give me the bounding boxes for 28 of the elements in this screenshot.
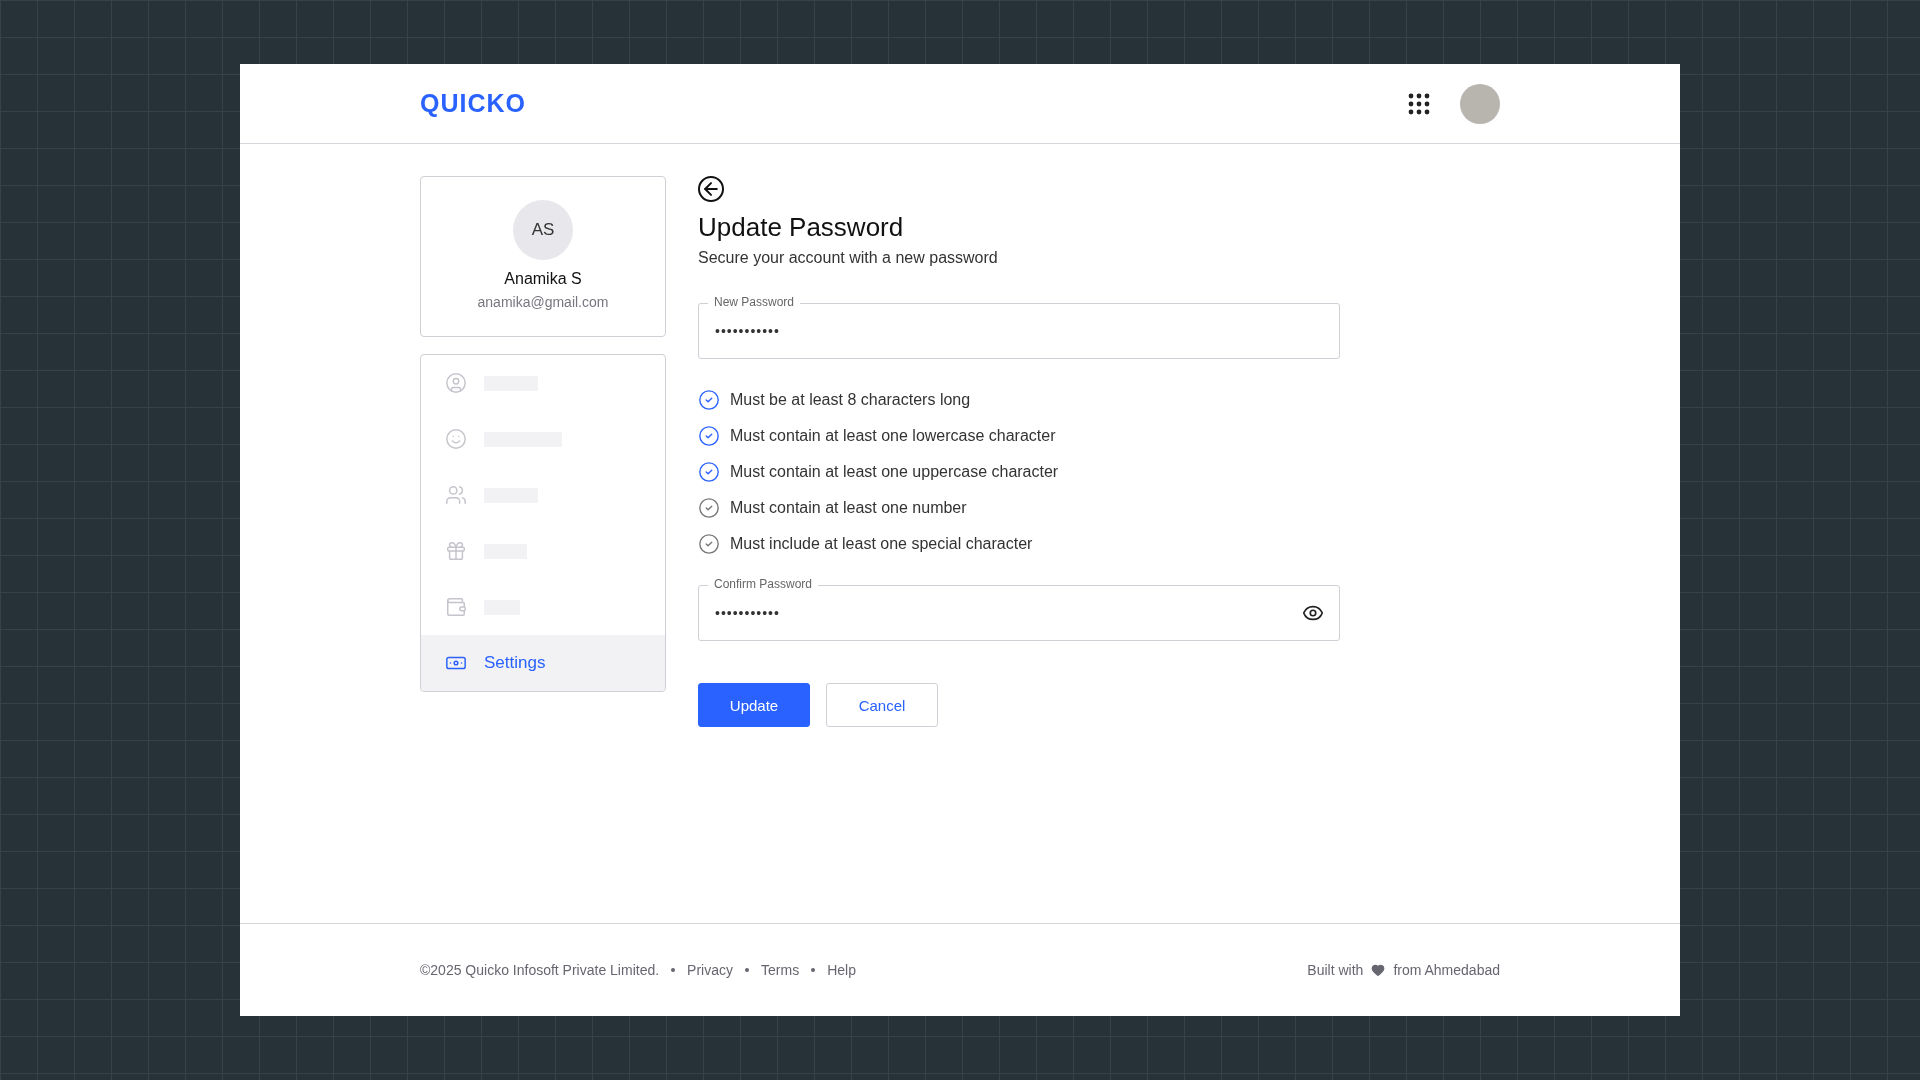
- wallet-icon: [445, 596, 467, 618]
- initials-avatar: AS: [513, 200, 573, 260]
- copyright-text: ©2025 Quicko Infosoft Private Limited.: [420, 962, 660, 978]
- page-title: Update Password: [698, 212, 905, 243]
- gift-icon: [445, 540, 467, 562]
- logo[interactable]: QUICKO: [420, 89, 526, 118]
- built-with-text: Built with: [1307, 962, 1364, 978]
- people-icon: [445, 484, 467, 506]
- heart-icon: [1371, 963, 1386, 977]
- requirement-text: Must include at least one special character: [730, 535, 1033, 553]
- requirement-text: Must be at least 8 characters long: [730, 391, 971, 409]
- apps-grid-icon[interactable]: [1408, 92, 1430, 115]
- location-text: from Ahmedabad: [1393, 962, 1500, 978]
- user-circle-icon: [445, 372, 467, 394]
- user-email: anamika@gmail.com: [477, 294, 609, 310]
- update-button[interactable]: Update: [698, 683, 810, 727]
- sidebar-item[interactable]: Settings: [421, 635, 665, 691]
- requirement-text: Must contain at least one number: [730, 499, 967, 517]
- footer-link[interactable]: Terms: [761, 962, 800, 978]
- requirement-text: Must contain at least one lowercase character: [730, 427, 1056, 445]
- footer-link[interactable]: Help: [827, 962, 856, 978]
- face-icon: [445, 428, 467, 450]
- cancel-button[interactable]: Cancel: [826, 683, 938, 727]
- avatar[interactable]: [1460, 83, 1500, 124]
- user-name: Anamika S: [504, 270, 582, 288]
- requirement-text: Must contain at least one uppercase character: [730, 463, 1059, 481]
- page-subtitle: Secure your account with a new password: [698, 249, 999, 267]
- footer-link[interactable]: Privacy: [687, 962, 733, 978]
